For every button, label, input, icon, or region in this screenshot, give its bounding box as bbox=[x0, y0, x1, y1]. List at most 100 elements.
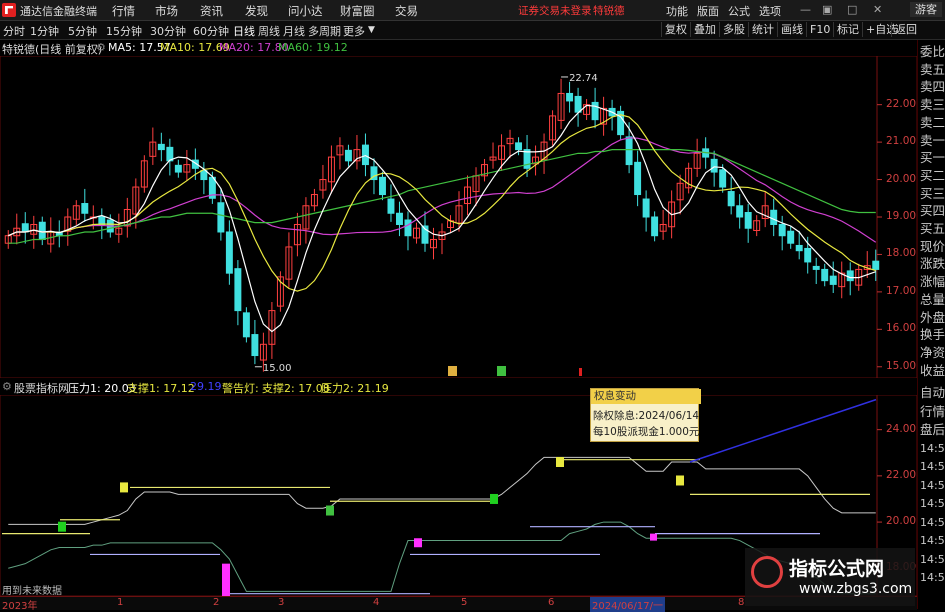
period-timeshare[interactable]: 分时 bbox=[3, 23, 25, 39]
side-panel-item[interactable]: 现价 bbox=[920, 239, 945, 254]
period-weekly[interactable]: 周线 bbox=[258, 23, 280, 39]
side-panel-item[interactable]: 盘后 bbox=[920, 422, 945, 437]
side-panel-item[interactable]: 14:56 bbox=[920, 496, 945, 511]
tool-multi-stock[interactable]: 多股 bbox=[719, 22, 748, 37]
popup-title: 权息变动 bbox=[591, 389, 701, 404]
restore-icon[interactable]: ▣ bbox=[822, 3, 832, 16]
side-panel-item[interactable]: 买四 bbox=[920, 203, 945, 218]
side-panel-item[interactable]: 14:56 bbox=[920, 441, 945, 456]
login-warning[interactable]: 证券交易未登录 bbox=[518, 3, 592, 18]
price-tick-label: 21.00 bbox=[886, 135, 917, 148]
candle-body bbox=[710, 158, 718, 173]
period-toolbar: 分时 1分钟 5分钟 15分钟 30分钟 60分钟 日线 周线 月线 多周期 更… bbox=[0, 21, 945, 40]
side-panel-item[interactable]: 买二 bbox=[920, 168, 945, 183]
candle-body bbox=[736, 205, 744, 218]
side-panel-item[interactable]: 外盘 bbox=[920, 310, 945, 325]
arrow-down-marker bbox=[490, 493, 498, 504]
period-more[interactable]: 更多 bbox=[343, 23, 365, 39]
guest-button[interactable]: 游客 bbox=[910, 2, 942, 17]
side-panel-item[interactable]: 行情 bbox=[920, 404, 945, 419]
price-axis: 22.00 21.00 20.00 19.00 18.00 17.00 16.00 15.00 bbox=[880, 56, 917, 378]
side-panel-item[interactable]: 14:56 bbox=[920, 570, 945, 585]
menu-market[interactable]: 市场 bbox=[155, 3, 178, 19]
side-panel-item[interactable]: 14:56 bbox=[920, 478, 945, 493]
side-panel-item[interactable]: 委比 bbox=[920, 44, 945, 59]
price-tick-label: 18.00 bbox=[886, 247, 917, 260]
side-panel-item[interactable]: 14:56 bbox=[920, 515, 945, 530]
popup-line1: 除权除息:2024/06/14 bbox=[593, 410, 700, 422]
side-panel-item[interactable]: 卖四 bbox=[920, 79, 945, 94]
candle-body bbox=[387, 198, 395, 214]
indicator-tick-label: 22.00 bbox=[886, 468, 917, 481]
menu-discover[interactable]: 发现 bbox=[245, 3, 268, 19]
period-15min[interactable]: 15分钟 bbox=[106, 23, 142, 39]
main-chart-info: 特锐德(日线 前复权) ⚙ MA5: 17.57 MA10: 17.69 MA2… bbox=[0, 40, 915, 56]
tool-overlay[interactable]: 叠加 bbox=[690, 22, 719, 37]
alarm-marker bbox=[650, 533, 657, 541]
alarm-marker bbox=[414, 538, 422, 548]
menu-layout[interactable]: 版面 bbox=[697, 3, 719, 19]
tool-back[interactable]: 返回 bbox=[891, 22, 920, 37]
menu-wealth[interactable]: 财富圈 bbox=[340, 3, 375, 19]
settings-gear-icon[interactable]: ⚙ bbox=[96, 41, 106, 54]
side-panel-item[interactable]: 总量 bbox=[920, 292, 945, 307]
side-panel-item[interactable]: 自动 bbox=[920, 385, 945, 400]
price-tick-label: 16.00 bbox=[886, 322, 917, 335]
period-60min[interactable]: 60分钟 bbox=[193, 23, 229, 39]
price-tick-label: 19.00 bbox=[886, 210, 917, 222]
candle-body bbox=[651, 216, 659, 237]
chart-frame bbox=[0, 56, 917, 378]
event-marker bbox=[579, 368, 582, 376]
side-panel-item[interactable]: 14:56 bbox=[920, 552, 945, 567]
tool-draw[interactable]: 画线 bbox=[777, 22, 806, 37]
side-panel-item[interactable]: 卖一 bbox=[920, 133, 945, 148]
chevron-down-icon[interactable]: ▼ bbox=[368, 25, 375, 35]
tool-f10[interactable]: F10 bbox=[806, 22, 833, 37]
period-30min[interactable]: 30分钟 bbox=[150, 23, 186, 39]
minimize-icon[interactable]: — bbox=[800, 3, 811, 16]
resist2-value: 压力2: 21.19 bbox=[321, 382, 389, 395]
side-panel-item[interactable]: 买三 bbox=[920, 186, 945, 201]
side-panel-item[interactable]: 14:56 bbox=[920, 533, 945, 548]
event-marker bbox=[497, 366, 506, 376]
arrow-down-marker bbox=[58, 521, 66, 532]
tool-mark[interactable]: 标记 bbox=[833, 22, 862, 37]
side-panel-item[interactable]: 涨跌 bbox=[920, 256, 945, 271]
menu-options[interactable]: 选项 bbox=[759, 3, 781, 19]
tool-rights[interactable]: 复权 bbox=[661, 22, 690, 37]
period-multi[interactable]: 多周期 bbox=[308, 23, 341, 39]
tool-stats[interactable]: 统计 bbox=[748, 22, 777, 37]
side-panel-item[interactable]: 卖二 bbox=[920, 115, 945, 130]
side-panel-item[interactable]: 收益 bbox=[920, 363, 945, 378]
candle-body bbox=[778, 223, 786, 237]
indicator-title: 股票指标网 bbox=[14, 382, 69, 395]
period-daily[interactable]: 日线 bbox=[233, 23, 255, 39]
side-panel-item[interactable]: 买一 bbox=[920, 150, 945, 165]
menu-quotes[interactable]: 行情 bbox=[112, 3, 135, 19]
watermark-title: 指标公式网 bbox=[789, 558, 885, 580]
maximize-icon[interactable]: □ bbox=[847, 3, 857, 16]
indicator-gear-icon[interactable]: ⚙ bbox=[2, 380, 12, 393]
menu-news[interactable]: 资讯 bbox=[200, 3, 223, 19]
side-panel-item[interactable]: 净资 bbox=[920, 345, 945, 360]
close-icon[interactable]: ✕ bbox=[873, 3, 882, 16]
side-panel-item[interactable]: 涨幅 bbox=[920, 274, 945, 289]
side-panel-item[interactable]: 买五 bbox=[920, 221, 945, 236]
menu-functions[interactable]: 功能 bbox=[666, 3, 688, 19]
side-panel-item[interactable]: 换手 bbox=[920, 327, 945, 342]
side-panel-item[interactable]: 14:56 bbox=[920, 459, 945, 474]
period-1min[interactable]: 1分钟 bbox=[30, 23, 59, 39]
menu-trade[interactable]: 交易 bbox=[395, 3, 418, 19]
period-5min[interactable]: 5分钟 bbox=[68, 23, 97, 39]
resistance-line bbox=[8, 456, 876, 525]
price-tick-label: 15.00 bbox=[886, 359, 917, 372]
date-highlight: 2024/06/17/一 bbox=[590, 597, 666, 612]
menu-formula[interactable]: 公式 bbox=[728, 3, 750, 19]
stock-name: 特锐德 bbox=[593, 5, 625, 17]
candlestick-chart[interactable]: 22.74 15.00 bbox=[0, 56, 917, 378]
menu-ask[interactable]: 问小达 bbox=[288, 3, 323, 19]
side-panel-item[interactable]: 卖三 bbox=[920, 97, 945, 112]
period-monthly[interactable]: 月线 bbox=[283, 23, 305, 39]
side-panel-item[interactable]: 卖五 bbox=[920, 62, 945, 77]
month-label: 8 bbox=[738, 597, 745, 608]
